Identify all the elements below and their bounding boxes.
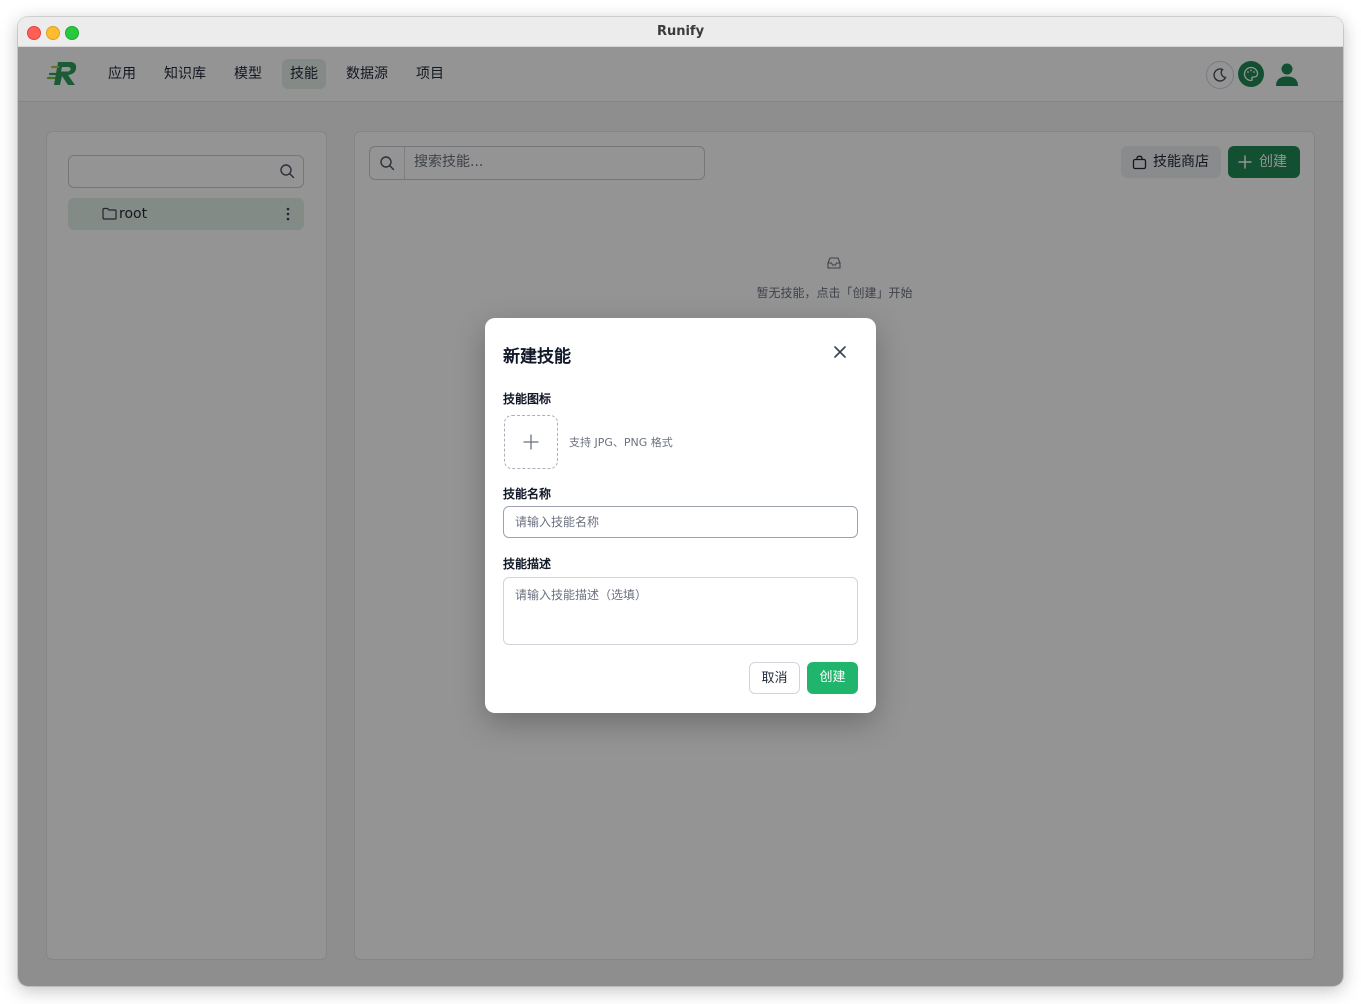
skill-description-input[interactable] <box>503 577 858 645</box>
new-skill-dialog: 新建技能 技能图标 支持 JPG、PNG 格式 技能名称 技能描述 取消 创建 <box>485 318 876 713</box>
cancel-button[interactable]: 取消 <box>749 662 800 694</box>
plus-icon <box>523 434 539 450</box>
title-bar: Runify <box>18 17 1343 47</box>
confirm-create-button[interactable]: 创建 <box>807 662 858 694</box>
skill-icon-label: 技能图标 <box>503 392 552 406</box>
window-title: Runify <box>656 24 705 39</box>
upload-hint: 支持 JPG、PNG 格式 <box>569 436 673 449</box>
close-icon[interactable] <box>832 344 848 360</box>
app-window: Runify 应用 知识库 模型 技能 数据源 项目 root 搜索技能... … <box>18 17 1343 986</box>
skill-description-label: 技能描述 <box>503 557 552 571</box>
minimize-window-button[interactable] <box>46 26 60 40</box>
close-window-button[interactable] <box>27 26 41 40</box>
dialog-title: 新建技能 <box>503 347 571 367</box>
icon-upload-button[interactable] <box>504 415 558 469</box>
zoom-window-button[interactable] <box>65 26 79 40</box>
skill-name-input[interactable] <box>503 506 858 538</box>
skill-name-label: 技能名称 <box>503 487 552 501</box>
